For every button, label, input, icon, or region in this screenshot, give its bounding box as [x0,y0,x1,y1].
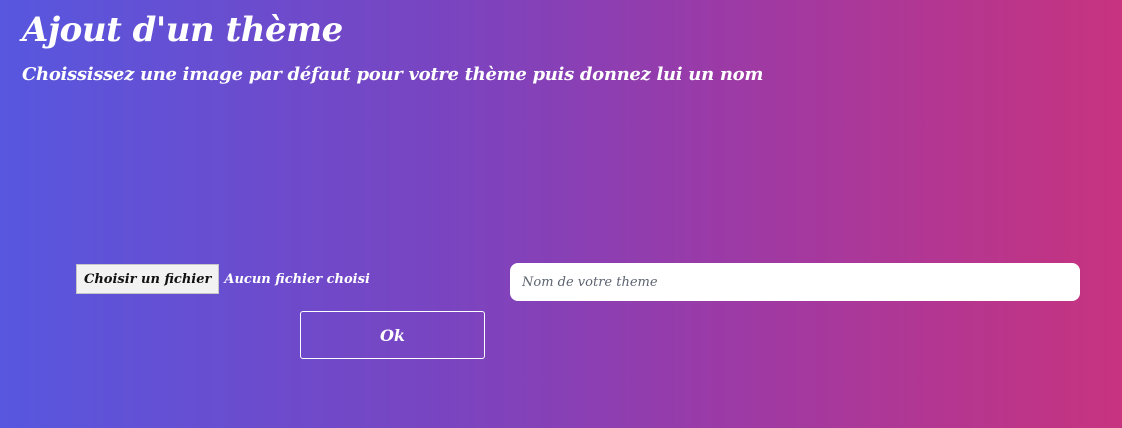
file-picker: Choisir un fichier Aucun fichier choisi [76,264,370,294]
page-subtitle: Choississez une image par défaut pour vo… [22,64,764,85]
page-title: Ajout d'un thème [22,10,343,50]
ok-button[interactable]: Ok [300,311,485,359]
choose-file-button[interactable]: Choisir un fichier [76,264,220,294]
file-status-label: Aucun fichier choisi [224,271,370,287]
theme-name-input[interactable] [510,263,1080,301]
